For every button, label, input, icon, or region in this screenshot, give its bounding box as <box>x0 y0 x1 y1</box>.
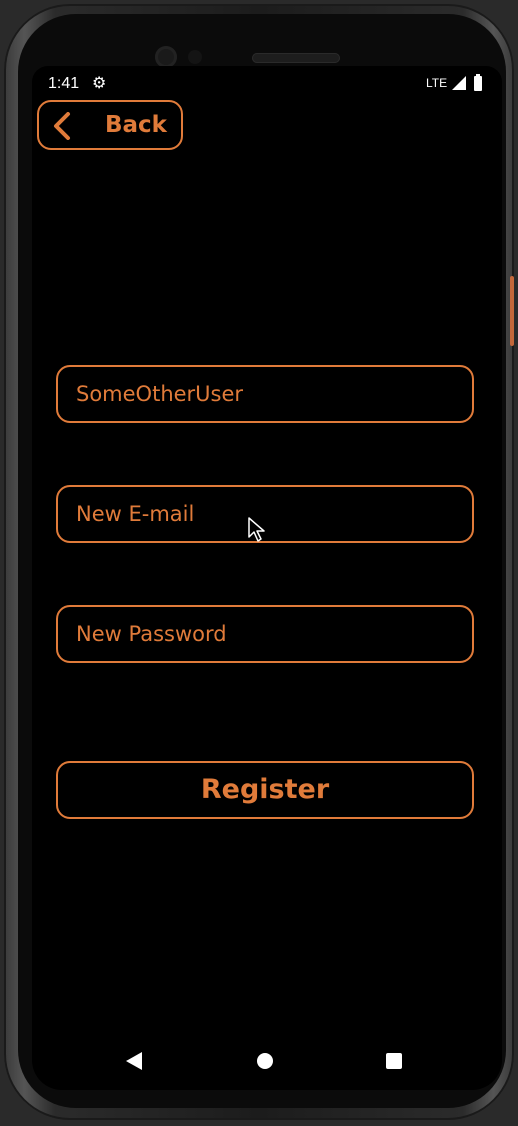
back-label: Back <box>105 112 167 138</box>
mouse-cursor-icon <box>248 517 265 542</box>
square-recents-icon[interactable] <box>386 1053 402 1069</box>
phone-frame: 1:41 ⚙ LTE Back Register <box>4 4 514 1120</box>
system-nav-bar <box>32 1038 502 1082</box>
back-button[interactable]: Back <box>37 100 183 150</box>
signal-icon <box>452 76 466 90</box>
triangle-back-icon[interactable] <box>125 1052 143 1070</box>
circle-home-icon[interactable] <box>257 1053 273 1069</box>
front-camera <box>155 46 177 68</box>
app-screen: 1:41 ⚙ LTE Back Register <box>32 66 502 1090</box>
password-field[interactable] <box>56 605 474 663</box>
register-button[interactable]: Register <box>56 761 474 819</box>
chevron-left-icon <box>54 112 70 140</box>
earpiece-speaker <box>252 53 340 63</box>
status-bar: 1:41 ⚙ LTE <box>32 66 502 98</box>
status-time: 1:41 <box>48 75 80 92</box>
battery-icon <box>474 74 482 91</box>
network-type: LTE <box>426 76 448 90</box>
gear-icon: ⚙ <box>92 73 107 92</box>
username-field[interactable] <box>56 365 474 423</box>
proximity-sensor <box>188 50 202 64</box>
power-button <box>510 276 514 346</box>
